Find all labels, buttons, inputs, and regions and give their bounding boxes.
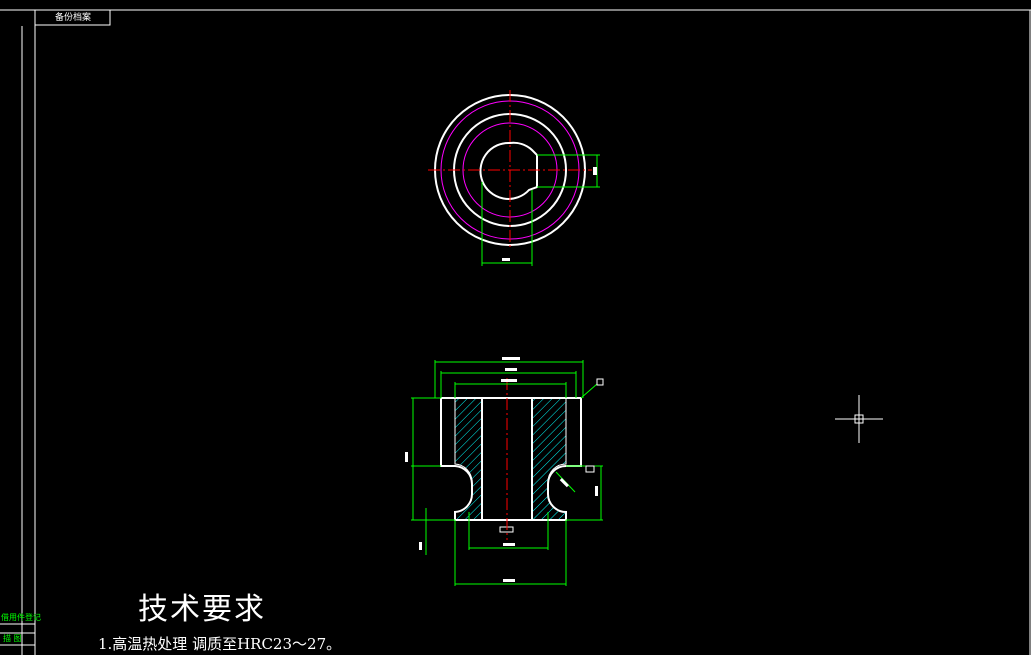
drawing-border (0, 9, 1031, 655)
left-wall-hatch (454, 397, 483, 521)
technical-requirement-item: 1.高温热处理 调质至HRC23～27。 (98, 635, 342, 653)
drawing-canvas[interactable] (0, 0, 1031, 655)
side-label-trace: 描 图 (3, 634, 22, 643)
keyed-bore (479, 141, 538, 200)
crosshair-cursor-icon (835, 395, 883, 443)
section-view (405, 357, 604, 586)
side-label-borrow: 借用件登记 (1, 613, 41, 622)
top-view (428, 90, 600, 266)
title-block-stamp: 备份档案 (54, 13, 91, 23)
technical-requirements-heading: 技术要求 (138, 592, 266, 627)
